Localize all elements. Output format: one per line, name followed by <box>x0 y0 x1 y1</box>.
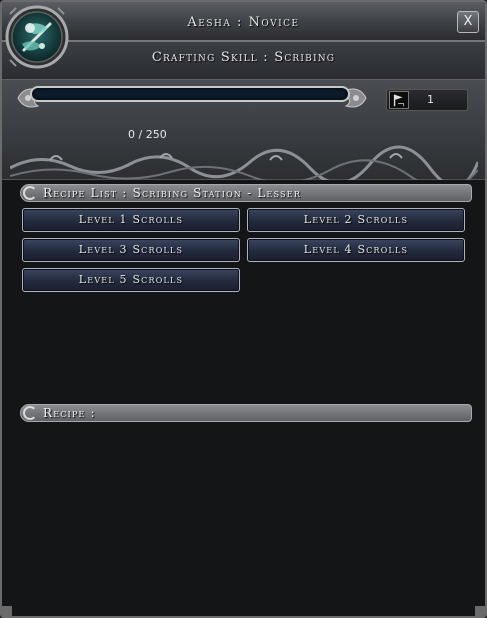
close-icon: X <box>463 14 473 29</box>
recipe-header: Recipe : <box>20 404 472 422</box>
scribing-emblem-icon <box>5 5 69 69</box>
decorative-vine <box>10 145 478 180</box>
flag-icon <box>389 91 409 109</box>
skill-level-box: 1 <box>386 89 468 111</box>
skill-progress-bar <box>30 86 350 102</box>
level-2-scrolls-button[interactable]: Level 2 Scrolls <box>247 208 465 232</box>
corner-ornament <box>2 606 12 616</box>
recipe-list-header: Recipe List : Scribing Station - Lesser <box>20 184 472 202</box>
recipe-list-title: Recipe List : Scribing Station - Lesser <box>43 186 302 200</box>
crafting-skill-title: Crafting Skill : Scribing <box>151 50 336 65</box>
scroll-ornament-icon <box>23 186 37 200</box>
corner-ornament <box>475 606 485 616</box>
window-title: Aesha : Novice <box>187 15 300 30</box>
crafting-window: Aesha : Novice X Crafting Skill : Scribi… <box>0 0 487 618</box>
level-5-scrolls-button[interactable]: Level 5 Scrolls <box>22 268 240 292</box>
level-4-scrolls-button[interactable]: Level 4 Scrolls <box>247 238 465 262</box>
level-3-scrolls-button[interactable]: Level 3 Scrolls <box>22 238 240 262</box>
recipe-title: Recipe : <box>43 406 96 420</box>
skill-progress-panel: 0 / 250 1 <box>2 80 485 180</box>
title-bar[interactable]: Aesha : Novice X <box>2 2 485 42</box>
skill-level-value: 1 <box>427 93 434 106</box>
scroll-ornament-icon <box>23 406 37 420</box>
level-1-scrolls-button[interactable]: Level 1 Scrolls <box>22 208 240 232</box>
skill-header: Crafting Skill : Scribing <box>2 42 485 80</box>
close-button[interactable]: X <box>457 11 479 33</box>
